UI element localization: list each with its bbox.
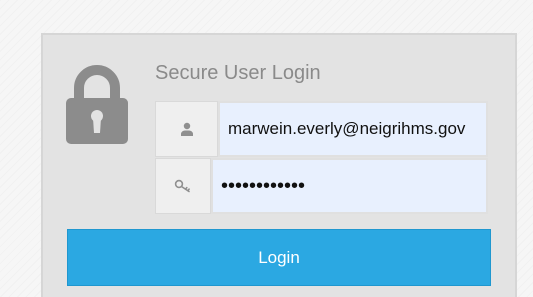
username-addon <box>155 101 218 157</box>
login-title: Secure User Login <box>155 62 321 84</box>
key-icon <box>174 179 190 193</box>
lock-icon <box>66 65 128 144</box>
username-field <box>155 101 488 157</box>
password-addon <box>155 158 211 214</box>
login-button[interactable]: Login <box>67 229 491 286</box>
user-icon <box>180 122 193 136</box>
username-input[interactable] <box>218 101 488 157</box>
password-input[interactable] <box>211 158 488 214</box>
password-field <box>155 158 488 214</box>
